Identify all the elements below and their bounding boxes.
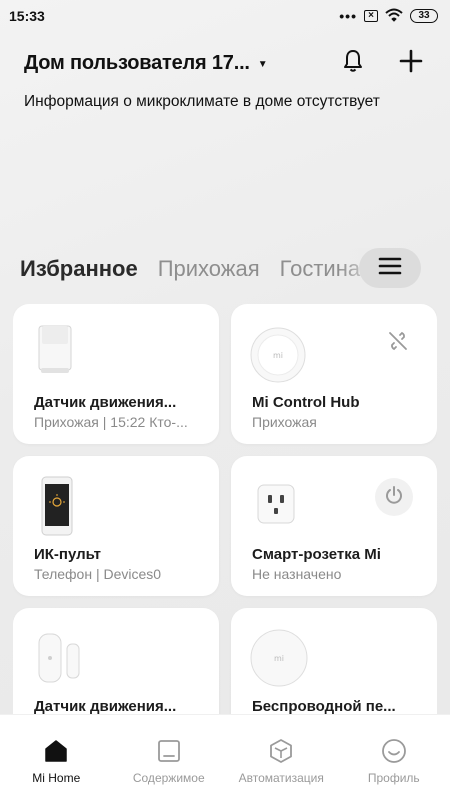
caret-down-icon: ▼ bbox=[257, 58, 268, 70]
power-icon bbox=[384, 485, 404, 510]
climate-info-text: Информация о микроклимате в доме отсутст… bbox=[24, 93, 380, 110]
content-icon bbox=[155, 737, 183, 765]
tab-favorites[interactable]: Избранное bbox=[20, 256, 138, 282]
device-name: Mi Control Hub bbox=[252, 394, 360, 411]
menu-icon bbox=[378, 257, 402, 280]
device-location: Не назначено bbox=[252, 566, 342, 582]
wireless-switch-icon: mi bbox=[249, 628, 309, 693]
notifications-button[interactable] bbox=[338, 48, 368, 78]
device-location: Телефон | Devices0 bbox=[34, 566, 162, 582]
rooms-menu-button[interactable] bbox=[359, 248, 421, 288]
device-location: Прихожая bbox=[252, 414, 317, 430]
motion-sensor-icon bbox=[33, 322, 77, 381]
bottom-nav: Mi Home Содержимое Автоматизация Профиль bbox=[0, 714, 450, 800]
header-actions bbox=[338, 48, 426, 78]
plus-icon bbox=[399, 49, 423, 78]
device-location: Прихожая | 15:22 Кто-... bbox=[34, 414, 188, 430]
status-time: 15:33 bbox=[9, 8, 45, 24]
nav-label: Содержимое bbox=[132, 771, 205, 785]
device-name: Беспроводной пе... bbox=[252, 698, 396, 714]
nav-label: Автоматизация bbox=[238, 771, 324, 785]
phone-ir-icon bbox=[41, 476, 73, 541]
power-toggle-button[interactable] bbox=[375, 478, 413, 516]
add-device-button[interactable] bbox=[396, 48, 426, 78]
header: Дом пользователя 17... ▼ bbox=[24, 44, 426, 82]
offline-link-icon bbox=[387, 330, 409, 357]
svg-text:mi: mi bbox=[273, 351, 283, 360]
device-name: Смарт-розетка Mi bbox=[252, 546, 381, 563]
home-icon bbox=[42, 737, 70, 765]
device-card[interactable]: Смарт-розетка Mi Не назначено bbox=[231, 456, 437, 596]
device-name: ИК-пульт bbox=[34, 546, 101, 563]
device-card[interactable]: mi Беспроводной пе... bbox=[231, 608, 437, 714]
battery-icon: 33 bbox=[410, 9, 438, 23]
bell-icon bbox=[342, 49, 364, 78]
no-sim-icon: × bbox=[364, 10, 378, 22]
dots-icon: ••• bbox=[339, 8, 357, 24]
door-sensor-icon bbox=[33, 630, 83, 691]
profile-icon bbox=[380, 737, 408, 765]
nav-mi-home[interactable]: Mi Home bbox=[0, 737, 112, 785]
nav-profile[interactable]: Профиль bbox=[338, 737, 450, 785]
wifi-icon bbox=[385, 8, 403, 25]
device-name: Датчик движения... bbox=[34, 394, 177, 411]
device-grid: Датчик движения... Прихожая | 15:22 Кто-… bbox=[13, 304, 437, 714]
hub-icon: mi bbox=[249, 326, 307, 389]
status-icons: ••• × 33 bbox=[339, 8, 438, 25]
nav-label: Профиль bbox=[367, 771, 420, 785]
device-card[interactable]: Датчик движения... Прихожая | 15:22 Кто-… bbox=[13, 304, 219, 444]
svg-text:mi: mi bbox=[274, 654, 284, 663]
tabs-track: Избранное Прихожая Гостиная bbox=[20, 248, 380, 290]
status-bar: 15:33 ••• × 33 bbox=[0, 0, 450, 32]
tab-hallway[interactable]: Прихожая bbox=[158, 256, 260, 282]
home-title: Дом пользователя 17... bbox=[24, 51, 250, 74]
nav-label: Mi Home bbox=[32, 771, 81, 785]
smart-plug-icon bbox=[255, 482, 297, 533]
device-card[interactable]: Датчик движения... bbox=[13, 608, 219, 714]
automation-icon bbox=[267, 737, 295, 765]
device-card[interactable]: mi Mi Control Hub Прихожая bbox=[231, 304, 437, 444]
nav-content[interactable]: Содержимое bbox=[113, 737, 225, 785]
home-selector[interactable]: Дом пользователя 17... ▼ bbox=[24, 52, 268, 75]
device-card[interactable]: ИК-пульт Телефон | Devices0 bbox=[13, 456, 219, 596]
device-name: Датчик движения... bbox=[34, 698, 177, 714]
room-tabs: Избранное Прихожая Гостиная bbox=[0, 248, 450, 290]
nav-automation[interactable]: Автоматизация bbox=[225, 737, 337, 785]
